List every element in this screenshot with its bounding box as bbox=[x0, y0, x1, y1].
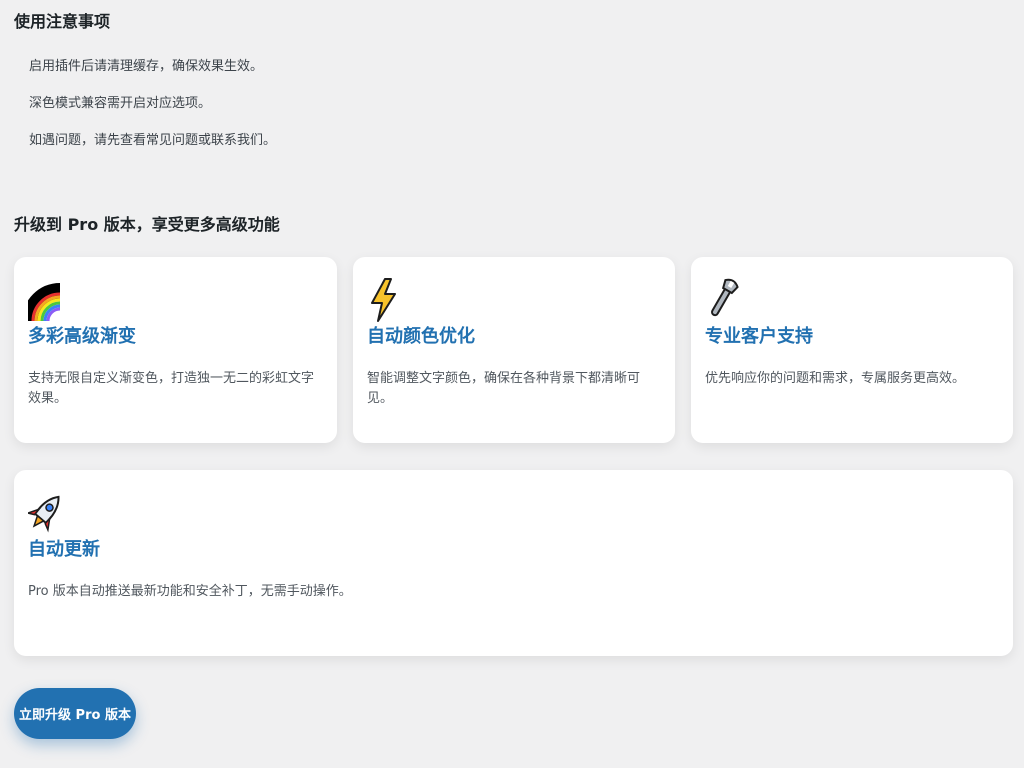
feature-title: 自动颜色优化 bbox=[367, 326, 475, 347]
feature-card-gradient: 多彩高级渐变 支持无限自定义渐变色，打造独一无二的彩虹文字效果。 bbox=[14, 257, 337, 443]
feature-description: Pro 版本自动推送最新功能和安全补丁，无需手动操作。 bbox=[28, 584, 352, 599]
feature-description: 支持无限自定义渐变色，打造独一无二的彩虹文字效果。 bbox=[28, 371, 315, 406]
feature-card-auto-color: 自动颜色优化 智能调整文字颜色，确保在各种背景下都清晰可见。 bbox=[353, 257, 675, 443]
notice-item: 启用插件后请清理缓存，确保效果生效。 bbox=[29, 59, 264, 74]
rainbow-icon bbox=[28, 283, 61, 322]
feature-card-auto-update: 自动更新 Pro 版本自动推送最新功能和安全补丁，无需手动操作。 bbox=[14, 470, 1013, 656]
notice-list: 启用插件后请清理缓存，确保效果生效。 深色模式兼容需开启对应选项。 如遇问题，请… bbox=[29, 58, 276, 169]
feature-title: 自动更新 bbox=[28, 539, 100, 560]
upgrade-title: 升级到 Pro 版本，享受更多高级功能 bbox=[14, 215, 280, 234]
feature-description: 优先响应你的问题和需求，专属服务更高效。 bbox=[705, 371, 966, 386]
notice-item: 如遇问题，请先查看常见问题或联系我们。 bbox=[29, 133, 277, 148]
rocket-icon bbox=[28, 495, 60, 533]
feature-description: 智能调整文字颜色，确保在各种背景下都清晰可见。 bbox=[367, 371, 641, 406]
feature-title: 专业客户支持 bbox=[705, 326, 813, 347]
notice-title: 使用注意事项 bbox=[14, 12, 111, 31]
upgrade-pro-button[interactable]: 立即升级 Pro 版本 bbox=[14, 688, 136, 739]
feature-card-support: 专业客户支持 优先响应你的问题和需求，专属服务更高效。 bbox=[691, 257, 1013, 443]
notice-item: 深色模式兼容需开启对应选项。 bbox=[29, 96, 212, 111]
feature-title: 多彩高级渐变 bbox=[28, 326, 136, 347]
lightning-icon bbox=[371, 278, 396, 322]
wrench-icon bbox=[711, 278, 739, 317]
